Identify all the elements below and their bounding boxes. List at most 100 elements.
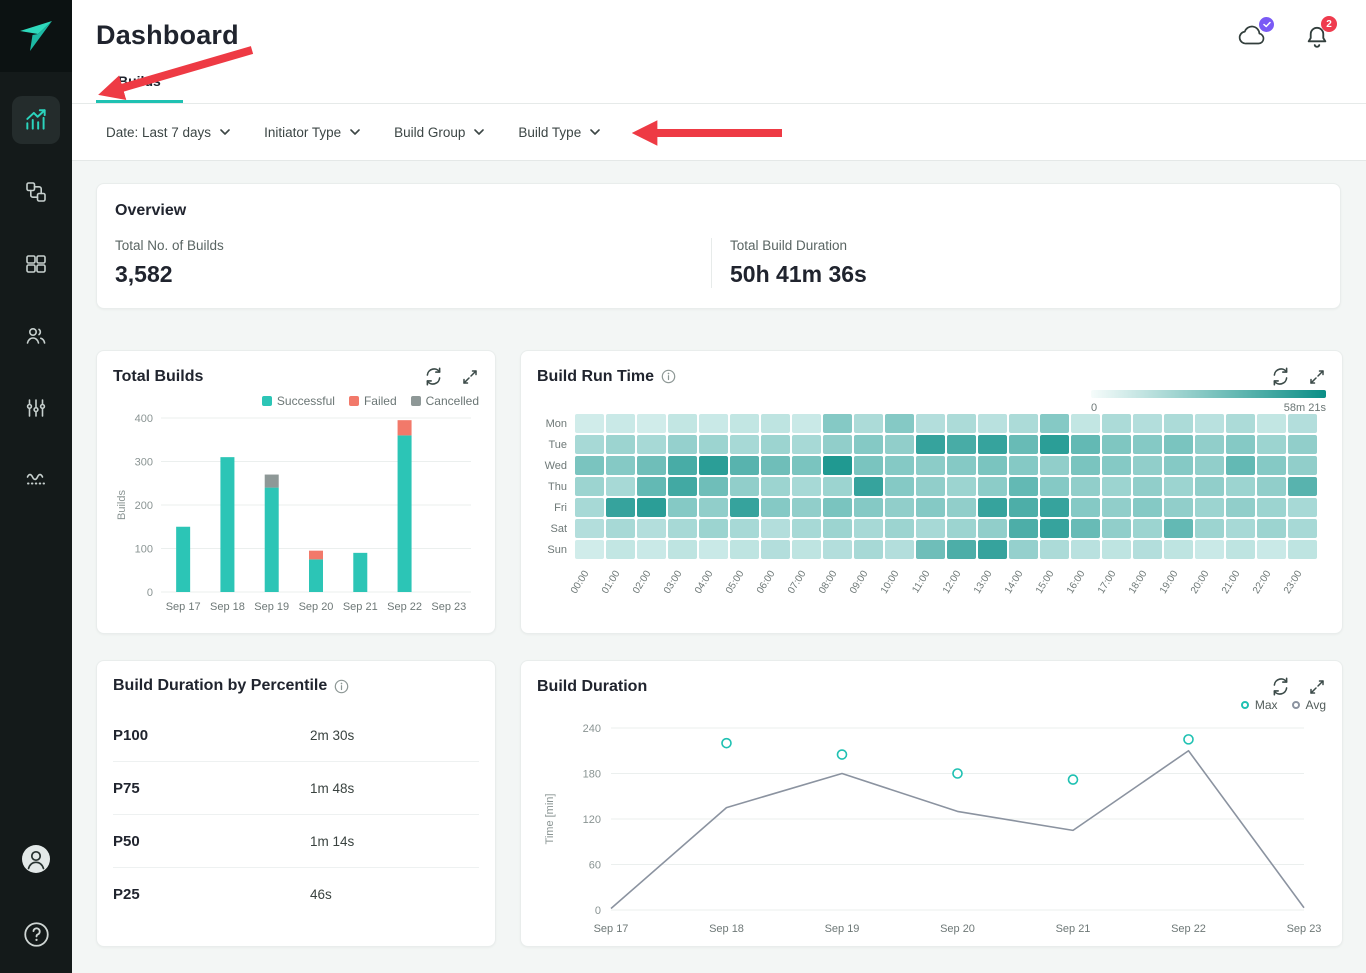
filter-build-type[interactable]: Build Type [516, 119, 602, 146]
question-icon [23, 921, 50, 948]
expand-button[interactable] [1308, 368, 1326, 386]
svg-text:240: 240 [583, 723, 601, 735]
svg-text:400: 400 [135, 413, 153, 425]
filter-initiator-type[interactable]: Initiator Type [262, 119, 362, 146]
expand-button[interactable] [1308, 678, 1326, 696]
info-button[interactable] [661, 369, 676, 384]
svg-text:Sep 21: Sep 21 [1056, 923, 1091, 935]
svg-text:Sep 17: Sep 17 [166, 601, 201, 613]
help-button[interactable] [23, 921, 50, 953]
refresh-button[interactable] [1271, 367, 1290, 386]
main-area: Dashboard [72, 0, 1366, 973]
sidebar-item-users[interactable] [12, 312, 60, 360]
max-ring [1241, 701, 1249, 709]
svg-text:12:00: 12:00 [941, 568, 964, 595]
failed-swatch [349, 396, 359, 406]
tab-builds[interactable]: Builds [96, 73, 183, 103]
filter-build-group[interactable]: Build Group [392, 119, 486, 146]
svg-text:00:00: 00:00 [569, 568, 592, 595]
svg-text:06:00: 06:00 [755, 568, 778, 595]
svg-text:19:00: 19:00 [1158, 568, 1181, 595]
table-row: P50 1m 14s [113, 815, 479, 868]
refresh-button[interactable] [424, 367, 443, 386]
logo-mark-icon [18, 19, 54, 53]
profile-avatar[interactable] [21, 844, 51, 879]
card-title: Build Duration [537, 678, 647, 696]
check-icon [1263, 21, 1271, 28]
svg-text:Builds: Builds [116, 490, 128, 520]
secrets-icon [24, 468, 48, 492]
cards-grid: Total Builds [96, 350, 1341, 947]
svg-text:17:00: 17:00 [1096, 568, 1119, 595]
users-icon [24, 324, 48, 348]
sidebar-item-insights[interactable] [12, 96, 60, 144]
legend-successful: Successful [262, 394, 335, 408]
cloud-status-button[interactable] [1238, 24, 1268, 55]
notifications-button[interactable]: 2 [1304, 24, 1330, 55]
topbar: Dashboard [72, 0, 1366, 58]
chevron-down-icon [474, 129, 484, 135]
avatar-icon [21, 844, 51, 874]
svg-text:Sep 21: Sep 21 [343, 601, 378, 613]
scale-min-label: 0 [1091, 402, 1097, 414]
tabs-row: Builds [72, 58, 1366, 104]
refresh-icon [424, 367, 443, 386]
info-icon [661, 369, 676, 384]
svg-text:Sep 20: Sep 20 [940, 923, 975, 935]
sliders-icon [24, 396, 48, 420]
info-button[interactable] [334, 679, 349, 694]
successful-swatch [262, 396, 272, 406]
svg-text:Sep 19: Sep 19 [825, 923, 860, 935]
expand-icon [1308, 368, 1326, 386]
svg-text:100: 100 [135, 544, 153, 556]
svg-text:Sat: Sat [550, 523, 567, 535]
chevron-down-icon [220, 129, 230, 135]
svg-text:04:00: 04:00 [693, 568, 716, 595]
line-legend: Max Avg [537, 698, 1326, 712]
refresh-button[interactable] [1271, 677, 1290, 696]
svg-text:05:00: 05:00 [724, 568, 747, 595]
svg-text:23:00: 23:00 [1282, 568, 1305, 595]
table-row: P25 46s [113, 868, 479, 921]
svg-text:Tue: Tue [548, 439, 567, 451]
svg-text:Sep 17: Sep 17 [594, 923, 629, 935]
legend-failed: Failed [349, 394, 397, 408]
svg-text:Sep 22: Sep 22 [1171, 923, 1206, 935]
svg-text:Time [min]: Time [min] [544, 794, 556, 845]
svg-text:120: 120 [583, 814, 601, 826]
heatmap-scale: 0 58m 21s [537, 390, 1326, 414]
legend-label: Max [1255, 698, 1278, 712]
sidebar-item-apps[interactable] [12, 240, 60, 288]
svg-text:07:00: 07:00 [786, 568, 809, 595]
svg-text:02:00: 02:00 [631, 568, 654, 595]
expand-button[interactable] [461, 368, 479, 386]
percentile-value: 1m 48s [310, 781, 354, 796]
cloud-check-badge [1259, 17, 1274, 32]
page-title: Dashboard [96, 20, 239, 51]
svg-text:0: 0 [147, 587, 153, 599]
build-duration-card: Build Duration [520, 660, 1343, 947]
filter-bar: Date: Last 7 days Initiator Type Build G… [72, 104, 1366, 161]
svg-text:180: 180 [583, 769, 601, 781]
svg-text:09:00: 09:00 [848, 568, 871, 595]
metric-label: Total No. of Builds [115, 238, 711, 253]
metric-label: Total Build Duration [730, 238, 867, 253]
percentile-value: 46s [310, 887, 332, 902]
sidebar-item-settings[interactable] [12, 384, 60, 432]
dashboard-content: Overview Total No. of Builds 3,582 Total… [72, 161, 1366, 947]
filter-date[interactable]: Date: Last 7 days [104, 119, 232, 146]
sidebar-item-secrets[interactable] [12, 456, 60, 504]
app-logo[interactable] [0, 0, 72, 72]
overview-title: Overview [115, 202, 1322, 220]
expand-icon [1308, 678, 1326, 696]
svg-text:03:00: 03:00 [662, 568, 685, 595]
expand-icon [461, 368, 479, 386]
svg-text:Sep 20: Sep 20 [299, 601, 334, 613]
sidebar-item-pipelines[interactable] [12, 168, 60, 216]
legend-avg: Avg [1292, 698, 1326, 712]
legend-label: Successful [277, 394, 335, 408]
build-run-time-heatmap: MonTueWedThuFriSatSun00:0001:0002:0003:0… [537, 414, 1326, 611]
refresh-icon [1271, 367, 1290, 386]
svg-text:60: 60 [589, 860, 601, 872]
percentile-label: P50 [113, 833, 310, 850]
